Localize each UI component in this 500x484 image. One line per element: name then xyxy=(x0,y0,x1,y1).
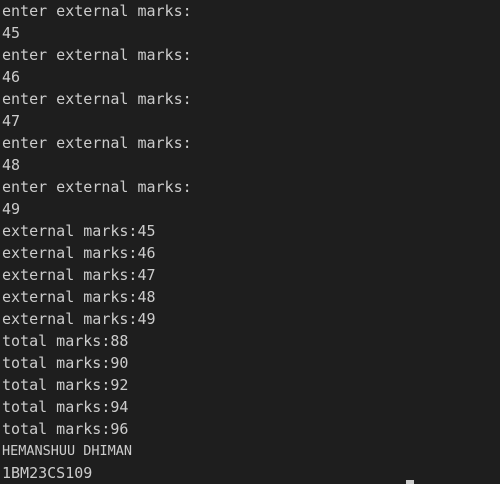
prompt-line: enter external marks: xyxy=(2,2,192,20)
output-line: total marks:92 xyxy=(2,376,129,394)
input-line: 47 xyxy=(2,112,21,130)
output-line: HEMANSHUU DHIMAN xyxy=(2,443,133,459)
output-line: total marks:94 xyxy=(2,398,129,416)
input-line: 48 xyxy=(2,156,21,174)
output-line: total marks:90 xyxy=(2,354,129,372)
text-cursor xyxy=(406,480,414,484)
input-line: 46 xyxy=(2,68,21,86)
input-line: 49 xyxy=(2,200,21,218)
output-line: external marks:48 xyxy=(2,288,156,306)
prompt-line: enter external marks: xyxy=(2,178,192,196)
output-line: 1BM23CS109 xyxy=(2,464,93,482)
output-line: total marks:96 xyxy=(2,420,129,438)
prompt-line: enter external marks: xyxy=(2,134,192,152)
output-line: external marks:47 xyxy=(2,266,156,284)
prompt-line: enter external marks: xyxy=(2,90,192,108)
terminal-output[interactable]: enter external marks: 45 enter external … xyxy=(2,0,498,484)
output-line: external marks:49 xyxy=(2,310,156,328)
output-line: total marks:88 xyxy=(2,332,129,350)
prompt-line: enter external marks: xyxy=(2,46,192,64)
output-line: external marks:46 xyxy=(2,244,156,262)
input-line: 45 xyxy=(2,24,21,42)
output-line: external marks:45 xyxy=(2,222,156,240)
